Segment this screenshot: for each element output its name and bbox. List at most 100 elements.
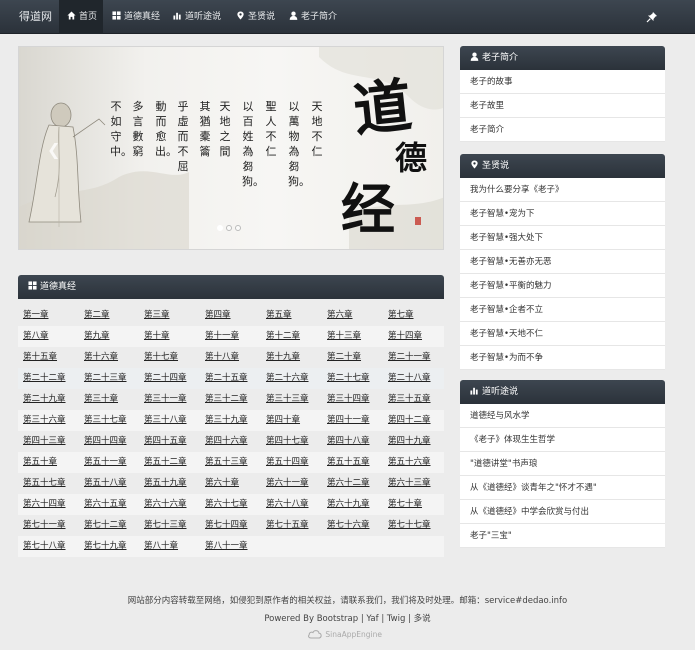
chapter-link[interactable]: 第五十九章 <box>144 473 187 494</box>
chapter-link[interactable]: 第三十二章 <box>205 389 248 410</box>
chapter-link[interactable]: 第十六章 <box>84 347 118 368</box>
chapter-link[interactable]: 第五章 <box>266 305 292 326</box>
chapter-link[interactable]: 第四十七章 <box>266 431 309 452</box>
chapter-link[interactable]: 第十五章 <box>23 347 57 368</box>
chapter-link[interactable]: 第三章 <box>144 305 170 326</box>
chapter-link[interactable]: 第三十五章 <box>388 389 431 410</box>
chapter-link[interactable]: 第二十五章 <box>205 368 248 389</box>
chapter-link[interactable]: 第十三章 <box>327 326 361 347</box>
nav-sages[interactable]: 圣贤说 <box>236 0 275 34</box>
chapter-link[interactable]: 第二十四章 <box>144 368 187 389</box>
chapter-link[interactable]: 第九章 <box>84 326 110 347</box>
sages-list-item[interactable]: 我为什么要分享《老子》 <box>460 178 665 202</box>
chapter-link[interactable]: 第四十四章 <box>84 431 127 452</box>
sages-list-item[interactable]: 老子智慧•天地不仁 <box>460 322 665 346</box>
chapter-link[interactable]: 第四十三章 <box>23 431 66 452</box>
chapter-link[interactable]: 第六十五章 <box>84 494 127 515</box>
chapter-link[interactable]: 第四十九章 <box>388 431 431 452</box>
carousel-dot-3[interactable] <box>235 225 241 231</box>
chapter-link[interactable]: 第二十九章 <box>23 389 66 410</box>
chapter-link[interactable]: 第八章 <box>23 326 49 347</box>
hearsay-list-item[interactable]: 从《道德经》谈青年之"怀才不遇" <box>460 476 665 500</box>
chapter-link[interactable]: 第五十五章 <box>327 452 370 473</box>
carousel-dot-1[interactable] <box>217 225 223 231</box>
chapter-link[interactable]: 第十四章 <box>388 326 422 347</box>
chapter-link[interactable]: 第六十章 <box>205 473 239 494</box>
chapter-link[interactable]: 第二十章 <box>327 347 361 368</box>
chapter-link[interactable]: 第七十一章 <box>23 515 66 536</box>
site-brand[interactable]: 得道网 <box>19 0 52 34</box>
nav-daodejing[interactable]: 道德真经 <box>112 0 160 34</box>
chapter-link[interactable]: 第三十四章 <box>327 389 370 410</box>
chapter-link[interactable]: 第十九章 <box>266 347 300 368</box>
chapter-link[interactable]: 第三十八章 <box>144 410 187 431</box>
chapter-link[interactable]: 第二十二章 <box>23 368 66 389</box>
chapter-link[interactable]: 第五十二章 <box>144 452 187 473</box>
chapter-link[interactable]: 第二十六章 <box>266 368 309 389</box>
sages-list-item[interactable]: 老子智慧•企者不立 <box>460 298 665 322</box>
chapter-link[interactable]: 第七十四章 <box>205 515 248 536</box>
nav-home[interactable]: 首页 <box>59 0 103 34</box>
chapter-link[interactable]: 第二十七章 <box>327 368 370 389</box>
chapter-link[interactable]: 第七十三章 <box>144 515 187 536</box>
chapter-link[interactable]: 第一章 <box>23 305 49 326</box>
chapter-link[interactable]: 第二十八章 <box>388 368 431 389</box>
chapter-link[interactable]: 第四十一章 <box>327 410 370 431</box>
chapter-link[interactable]: 第三十章 <box>84 389 118 410</box>
chapter-link[interactable]: 第六十三章 <box>388 473 431 494</box>
chapter-link[interactable]: 第五十六章 <box>388 452 431 473</box>
chapter-link[interactable]: 第十七章 <box>144 347 178 368</box>
hearsay-list-item[interactable]: 从《道德经》中学会欣赏与付出 <box>460 500 665 524</box>
chapter-link[interactable]: 第四十章 <box>266 410 300 431</box>
nav-laozi[interactable]: 老子简介 <box>289 0 337 34</box>
chapter-link[interactable]: 第五十四章 <box>266 452 309 473</box>
chapter-link[interactable]: 第四十二章 <box>388 410 431 431</box>
chapter-link[interactable]: 第七十五章 <box>266 515 309 536</box>
laozi-list-item[interactable]: 老子故里 <box>460 94 665 118</box>
laozi-list-item[interactable]: 老子简介 <box>460 118 665 142</box>
chapter-link[interactable]: 第六十二章 <box>327 473 370 494</box>
chapter-link[interactable]: 第四十五章 <box>144 431 187 452</box>
chapter-link[interactable]: 第十一章 <box>205 326 239 347</box>
hearsay-list-item[interactable]: 老子"三宝" <box>460 524 665 548</box>
chapter-link[interactable]: 第三十一章 <box>144 389 187 410</box>
chapter-link[interactable]: 第十二章 <box>266 326 300 347</box>
chapter-link[interactable]: 第二十一章 <box>388 347 431 368</box>
chapter-link[interactable]: 第七十七章 <box>388 515 431 536</box>
chapter-link[interactable]: 第五十七章 <box>23 473 66 494</box>
chapter-link[interactable]: 第七十二章 <box>84 515 127 536</box>
chapter-link[interactable]: 第六十一章 <box>266 473 309 494</box>
chapter-link[interactable]: 第五十章 <box>23 452 57 473</box>
hearsay-list-item[interactable]: "道德讲堂"书声琅 <box>460 452 665 476</box>
nav-hearsay[interactable]: 道听途说 <box>173 0 221 34</box>
chapter-link[interactable]: 第五十八章 <box>84 473 127 494</box>
laozi-list-item[interactable]: 老子的故事 <box>460 70 665 94</box>
chapter-link[interactable]: 第八十一章 <box>205 536 248 557</box>
chapter-link[interactable]: 第三十六章 <box>23 410 66 431</box>
hearsay-list-item[interactable]: 《老子》体现生生哲学 <box>460 428 665 452</box>
sages-list-item[interactable]: 老子智慧•为而不争 <box>460 346 665 370</box>
chapter-link[interactable]: 第五十一章 <box>84 452 127 473</box>
hearsay-list-item[interactable]: 道德经与风水学 <box>460 404 665 428</box>
chapter-link[interactable]: 第三十九章 <box>205 410 248 431</box>
chapter-link[interactable]: 第六十八章 <box>266 494 309 515</box>
chapter-link[interactable]: 第六十九章 <box>327 494 370 515</box>
chapter-link[interactable]: 第五十三章 <box>205 452 248 473</box>
chapter-link[interactable]: 第六十七章 <box>205 494 248 515</box>
carousel-prev-icon[interactable]: ❮ <box>47 140 60 159</box>
sages-list-item[interactable]: 老子智慧•平衡的魅力 <box>460 274 665 298</box>
chapter-link[interactable]: 第四十六章 <box>205 431 248 452</box>
chapter-link[interactable]: 第三十三章 <box>266 389 309 410</box>
chapter-link[interactable]: 第七十九章 <box>84 536 127 557</box>
chapter-link[interactable]: 第七十八章 <box>23 536 66 557</box>
chapter-link[interactable]: 第三十七章 <box>84 410 127 431</box>
chapter-link[interactable]: 第七章 <box>388 305 414 326</box>
chapter-link[interactable]: 第二十三章 <box>84 368 127 389</box>
sages-list-item[interactable]: 老子智慧•无善亦无恶 <box>460 250 665 274</box>
chapter-link[interactable]: 第七十章 <box>388 494 422 515</box>
sages-list-item[interactable]: 老子智慧•宠为下 <box>460 202 665 226</box>
pushpin-icon[interactable] <box>646 11 658 23</box>
chapter-link[interactable]: 第十章 <box>144 326 170 347</box>
chapter-link[interactable]: 第八十章 <box>144 536 178 557</box>
chapter-link[interactable]: 第六十四章 <box>23 494 66 515</box>
